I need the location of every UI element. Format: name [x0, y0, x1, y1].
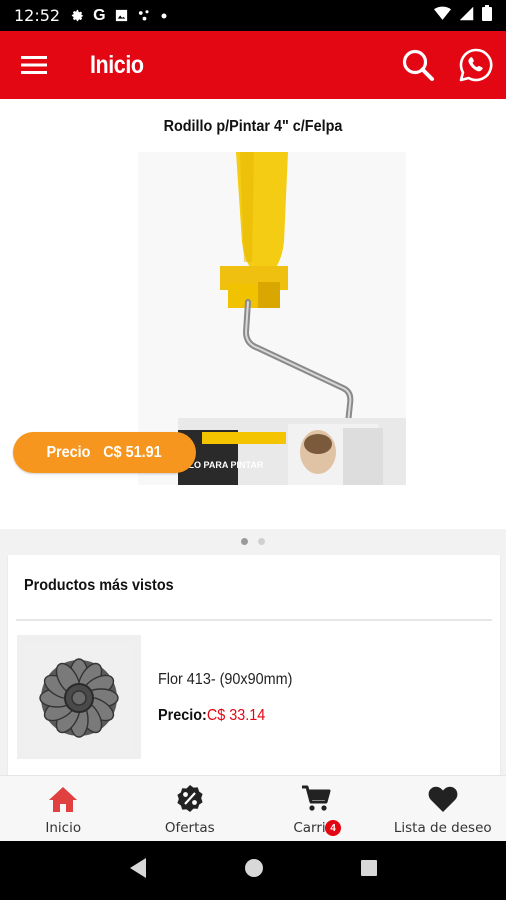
section-title: Productos más vistos — [24, 577, 174, 594]
app-bar: Inicio — [0, 31, 506, 99]
wifi-icon — [434, 6, 451, 26]
recents-button[interactable] — [360, 859, 378, 882]
carousel-dot[interactable] — [258, 538, 265, 545]
product-price-value: C$ 33.14 — [206, 707, 266, 724]
product-price-label: Precio: — [158, 707, 207, 724]
bottom-navigation: Inicio Ofertas Carrito 4 Lista de deseo — [0, 775, 506, 841]
gallery-icon — [114, 8, 129, 23]
nav-item-carrito[interactable]: Carrito 4 — [253, 776, 380, 841]
google-icon: G — [93, 6, 106, 24]
whatsapp-icon — [459, 48, 493, 82]
product-thumbnail[interactable] — [17, 635, 141, 759]
whatsapp-button[interactable] — [456, 45, 496, 85]
featured-price-badge: Precio C$ 51.91 — [13, 432, 196, 473]
divider — [16, 619, 492, 621]
nav-label: Inicio — [45, 820, 82, 836]
dots-icon — [137, 8, 152, 23]
package-label: LLO PARA PINTAR — [183, 460, 264, 470]
home-circle-icon — [245, 859, 263, 877]
nav-item-inicio[interactable]: Inicio — [0, 776, 127, 841]
search-icon — [402, 49, 434, 81]
menu-icon — [21, 56, 47, 74]
home-button[interactable] — [244, 858, 264, 883]
nav-label: Ofertas — [164, 820, 215, 836]
nav-label: Lista de deseo — [393, 820, 492, 836]
heart-icon — [428, 786, 458, 812]
page-title: Inicio — [90, 50, 144, 79]
status-time: 12:52 — [14, 6, 61, 25]
carousel-dot[interactable] — [241, 538, 248, 545]
search-button[interactable] — [398, 45, 438, 85]
nav-item-ofertas[interactable]: Ofertas — [127, 776, 254, 841]
system-navigation-bar — [0, 841, 506, 900]
signal-icon — [459, 6, 474, 26]
featured-product-title: Rodillo p/Pintar 4" c/Felpa — [163, 118, 343, 135]
home-icon — [49, 787, 78, 812]
featured-price-value: C$ 51.91 — [103, 443, 163, 461]
back-button[interactable] — [128, 857, 148, 884]
most-viewed-section: Productos más vistos Flor 413- (90x90mm)… — [8, 555, 500, 775]
back-icon — [130, 858, 146, 878]
dot-icon — [160, 12, 168, 20]
carousel-indicator — [0, 538, 506, 552]
status-bar: 12:52 G — [0, 0, 506, 31]
product-name[interactable]: Flor 413- (90x90mm) — [158, 671, 292, 689]
nav-item-lista-de-deseo[interactable]: Lista de deseo — [380, 776, 506, 841]
recents-icon — [361, 860, 377, 876]
discount-icon — [177, 785, 203, 812]
battery-icon — [482, 5, 492, 26]
cart-icon — [302, 785, 331, 811]
featured-price-label: Precio — [46, 443, 91, 461]
settings-icon — [70, 8, 85, 23]
featured-product[interactable]: Rodillo p/Pintar 4" c/Felpa LLO PARA PIN… — [0, 99, 506, 529]
cart-count-badge: 4 — [325, 820, 341, 836]
menu-button[interactable] — [0, 31, 68, 99]
product-price: Precio:C$ 33.14 — [158, 707, 265, 725]
